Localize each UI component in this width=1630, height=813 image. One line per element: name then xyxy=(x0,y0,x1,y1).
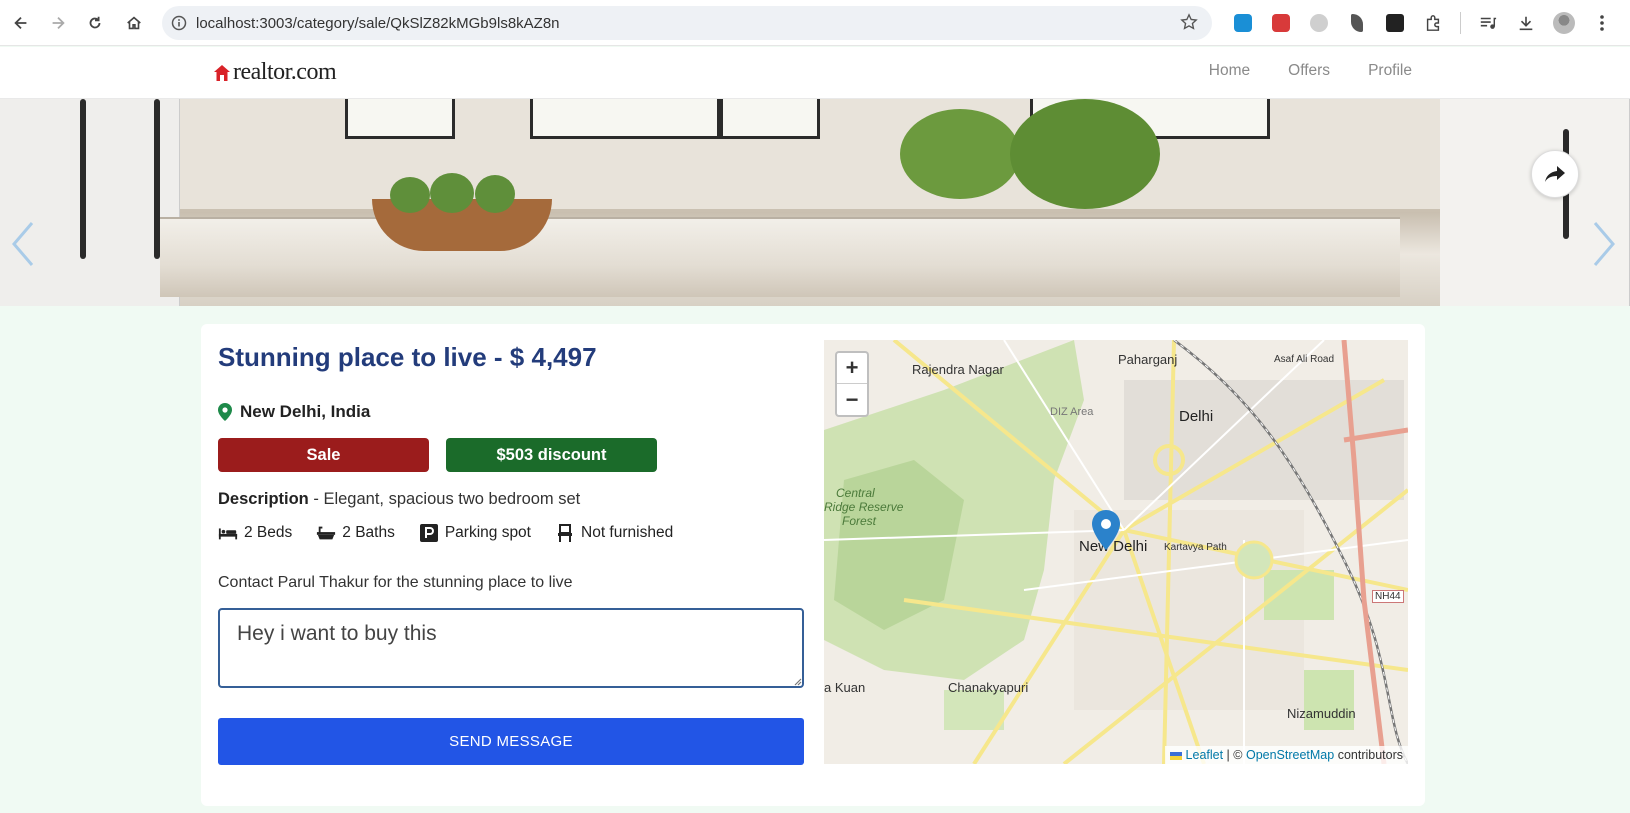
ukraine-flag-icon xyxy=(1170,751,1183,760)
extensions-bar xyxy=(1228,8,1617,38)
map-pin-icon xyxy=(218,403,232,421)
description-label: Description xyxy=(218,490,309,508)
hero-countertop xyxy=(160,217,1400,297)
bed-icon xyxy=(218,528,238,540)
top-nav: Home Offers Profile xyxy=(1209,62,1412,80)
send-message-button[interactable]: SEND MESSAGE xyxy=(218,718,804,765)
hero-cabinet-left xyxy=(0,99,180,306)
carousel-prev-icon[interactable] xyxy=(8,219,38,269)
location-text: New Delhi, India xyxy=(240,402,371,421)
logo-text: realtor.com xyxy=(233,59,337,85)
zoom-in-button[interactable]: + xyxy=(837,353,867,384)
extensions-puzzle-icon[interactable] xyxy=(1418,8,1448,38)
parking-icon xyxy=(419,524,438,542)
browser-menu-icon[interactable] xyxy=(1587,8,1617,38)
hero-artichoke xyxy=(430,173,474,213)
hero-cabinet-right xyxy=(1440,99,1630,306)
attribution-tail: contributors xyxy=(1334,748,1403,762)
bath-icon xyxy=(317,526,336,540)
baths-label: 2 Baths xyxy=(342,524,395,541)
hero-foliage xyxy=(1010,99,1160,209)
url-text[interactable]: localhost:3003/category/sale/QkSlZ82kMGb… xyxy=(196,15,560,32)
hero-artichoke xyxy=(390,177,430,213)
hero-window xyxy=(530,99,720,139)
toolbar-divider xyxy=(1460,12,1461,34)
hero-window xyxy=(345,99,455,139)
hero-artichoke xyxy=(475,175,515,213)
home-icon[interactable] xyxy=(115,4,153,42)
address-bar[interactable]: localhost:3003/category/sale/QkSlZ82kMGb… xyxy=(162,6,1212,40)
listing-features: 2 Beds 2 Baths Parking spot Not furnishe… xyxy=(218,524,673,542)
map-label-ridge-reserve: Ridge Reserve xyxy=(824,500,904,514)
parking-label: Parking spot xyxy=(444,524,531,541)
profile-avatar-icon[interactable] xyxy=(1549,8,1579,38)
feature-beds: 2 Beds xyxy=(218,524,292,542)
extension-red-icon[interactable] xyxy=(1266,8,1296,38)
feature-baths: 2 Baths xyxy=(316,524,395,542)
attribution-separator: | © xyxy=(1223,748,1246,762)
reload-icon[interactable] xyxy=(76,4,114,42)
listing-card: Stunning place to live - $ 4,497 New Del… xyxy=(201,324,1425,806)
map-label-central: Central xyxy=(836,486,875,500)
beds-label: 2 Beds xyxy=(244,524,293,541)
resize-handle-icon[interactable] xyxy=(792,676,802,686)
message-input[interactable]: Hey i want to buy this xyxy=(218,608,804,688)
zoom-out-button[interactable]: − xyxy=(837,384,867,415)
map-label-diz-area: DIZ Area xyxy=(1050,406,1094,418)
feature-parking: Parking spot xyxy=(419,524,531,542)
furnished-label: Not furnished xyxy=(581,524,674,541)
map-label-kartavya-path: Kartavya Path xyxy=(1164,542,1227,553)
site-info-icon[interactable] xyxy=(162,15,196,31)
nav-offers[interactable]: Offers xyxy=(1288,62,1330,80)
chair-icon xyxy=(558,524,572,542)
browser-toolbar: localhost:3003/category/sale/QkSlZ82kMGb… xyxy=(0,0,1630,46)
map-label-forest: Forest xyxy=(842,514,877,528)
listing-photo-carousel xyxy=(0,99,1630,306)
contact-text: Contact Parul Thakur for the stunning pl… xyxy=(218,574,573,591)
extension-fx-icon[interactable] xyxy=(1380,8,1410,38)
media-queue-icon[interactable] xyxy=(1473,8,1503,38)
share-button[interactable] xyxy=(1531,150,1579,198)
nav-home[interactable]: Home xyxy=(1209,62,1250,80)
extension-grey-icon[interactable] xyxy=(1304,8,1334,38)
back-icon[interactable] xyxy=(2,4,40,42)
location-map[interactable]: Rajendra Nagar Paharganj Asaf Ali Road D… xyxy=(824,340,1408,764)
map-label-delhi: Delhi xyxy=(1179,408,1214,425)
extension-blue-icon[interactable] xyxy=(1228,8,1258,38)
osm-link[interactable]: OpenStreetMap xyxy=(1246,748,1334,762)
map-label-chanakyapuri: Chanakyapuri xyxy=(948,680,1029,695)
hero-foliage xyxy=(900,109,1020,199)
map-label-nizamuddin: Nizamuddin xyxy=(1287,706,1356,721)
sale-badge: Sale xyxy=(218,438,429,472)
realtor-logo[interactable]: realtor.com xyxy=(213,59,337,86)
extension-feather-icon[interactable] xyxy=(1342,8,1372,38)
site-header: realtor.com Home Offers Profile xyxy=(0,47,1630,99)
forward-icon[interactable] xyxy=(39,4,77,42)
hero-handle xyxy=(80,99,86,259)
listing-title: Stunning place to live - $ 4,497 xyxy=(218,342,597,372)
map-label-asaf-ali: Asaf Ali Road xyxy=(1274,354,1335,365)
map-marker-icon[interactable] xyxy=(1092,510,1120,550)
description-text: - Elegant, spacious two bedroom set xyxy=(308,490,581,508)
discount-badge: $503 discount xyxy=(446,438,657,472)
listing-description: Description - Elegant, spacious two bedr… xyxy=(218,490,580,509)
leaflet-link[interactable]: Leaflet xyxy=(1186,748,1224,762)
house-logo-icon xyxy=(214,64,230,81)
map-label-rajendra-nagar: Rajendra Nagar xyxy=(912,362,1004,377)
map-label-nh44: NH44 xyxy=(1372,590,1404,603)
listing-location: New Delhi, India xyxy=(218,402,370,422)
share-icon xyxy=(1545,166,1565,182)
map-zoom-control: + − xyxy=(835,351,869,417)
feature-furnished: Not furnished xyxy=(555,524,673,542)
nav-profile[interactable]: Profile xyxy=(1368,62,1412,80)
hero-window xyxy=(720,99,820,139)
bookmark-star-icon[interactable] xyxy=(1180,13,1198,36)
map-label-paharganj: Paharganj xyxy=(1118,352,1178,367)
map-label-kuan: a Kuan xyxy=(824,680,866,695)
download-icon[interactable] xyxy=(1511,8,1541,38)
map-attribution: Leaflet | © OpenStreetMap contributors xyxy=(1165,746,1408,764)
carousel-next-icon[interactable] xyxy=(1589,219,1619,269)
